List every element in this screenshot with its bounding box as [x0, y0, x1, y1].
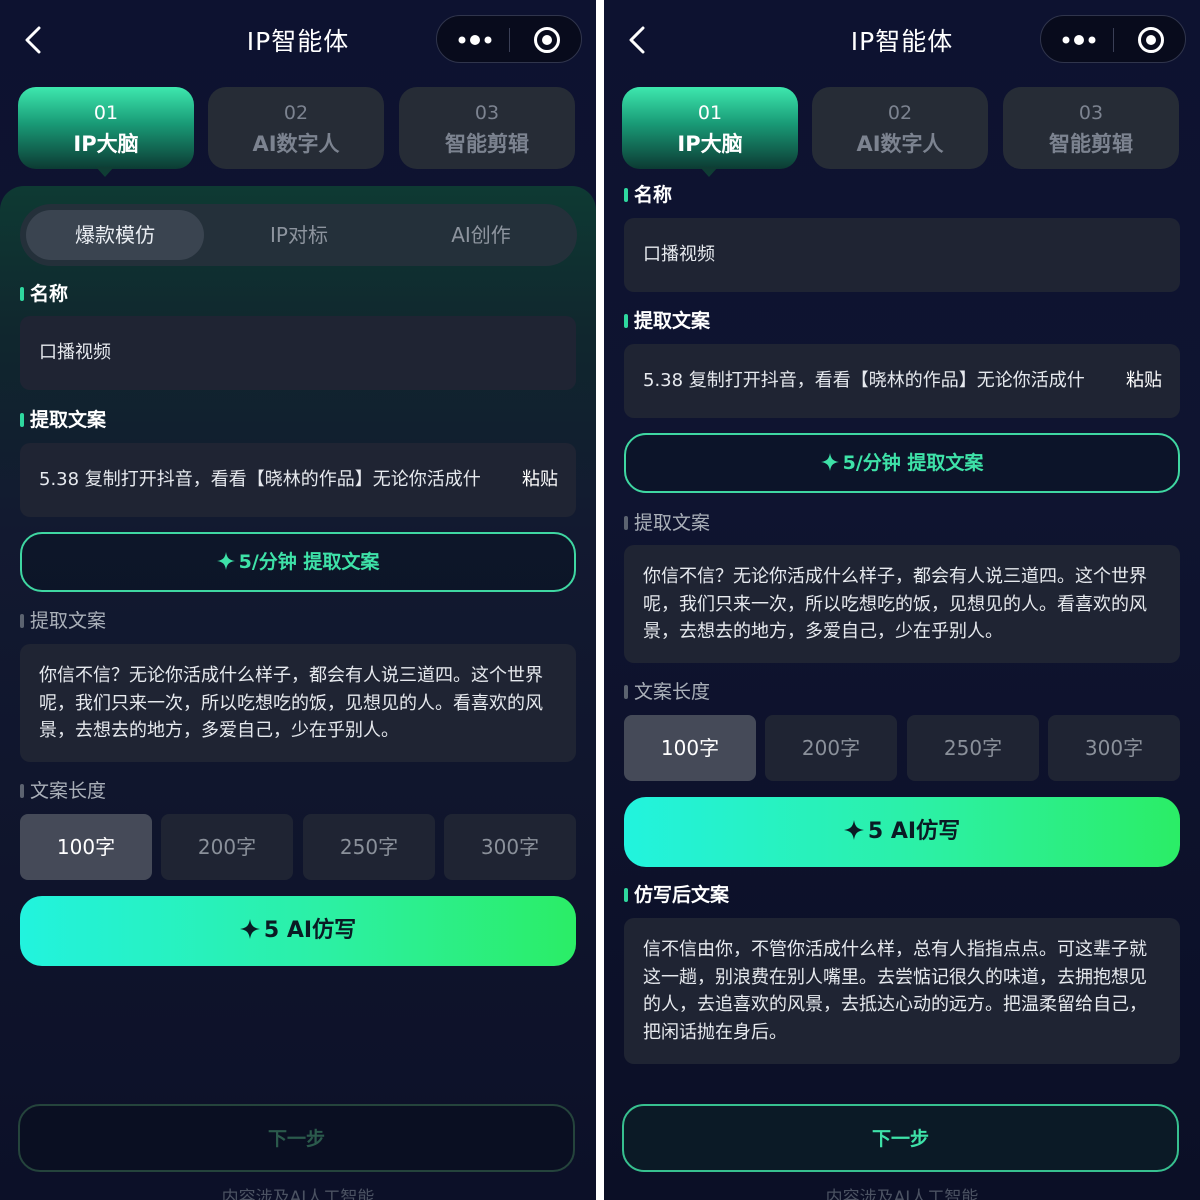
step-number: 01 [93, 102, 119, 124]
step-label: AI数字人 [856, 132, 944, 156]
length-option-300[interactable]: 300字 [444, 814, 576, 880]
extract-button-label: /分钟 提取文案 [251, 551, 380, 573]
step-number: 02 [283, 102, 309, 124]
step-number: 01 [697, 102, 723, 124]
step-tab-smart-editing[interactable]: 03 智能剪辑 [1003, 87, 1179, 169]
extract-label: 提取文案 [20, 406, 106, 434]
step-label: IP大脑 [73, 132, 139, 156]
rewrite-button-label: AI仿写 [890, 819, 961, 844]
extract-copy-button[interactable]: 5/分钟 提取文案 [20, 532, 576, 592]
active-step-pointer [96, 167, 114, 177]
step-number: 03 [1078, 102, 1104, 124]
step-tab-smart-editing[interactable]: 03 智能剪辑 [399, 87, 575, 169]
paste-button[interactable]: 粘贴 [1126, 344, 1162, 418]
length-label: 文案长度 [624, 678, 710, 706]
share-link-text: 5.38 复制打开抖音，看看【晓林的作品】无论你活成什 [643, 370, 1085, 391]
rewrite-cost: 5 [263, 918, 280, 943]
share-link-text: 5.38 复制打开抖音，看看【晓林的作品】无论你活成什 [39, 469, 481, 490]
name-field[interactable]: 口播视频 [20, 316, 576, 390]
length-label: 文案长度 [20, 777, 106, 805]
screen-before-rewrite: IP智能体 01 IP大脑 02 AI数字人 03 智能剪辑 爆款模仿 IP对标… [0, 0, 596, 1200]
tab-viral-imitation[interactable]: 爆款模仿 [26, 210, 204, 260]
share-link-input[interactable]: 5.38 复制打开抖音，看看【晓林的作品】无论你活成什 粘贴 [20, 443, 576, 517]
mini-program-capsule [436, 15, 582, 63]
rewrite-cost: 5 [867, 819, 884, 844]
sparkle-icon [239, 919, 260, 939]
step-number: 03 [474, 102, 500, 124]
sparkle-icon [843, 820, 864, 840]
length-option-200[interactable]: 200字 [161, 814, 293, 880]
extracted-text-label: 提取文案 [624, 509, 710, 537]
extract-cost: 5 [842, 452, 856, 474]
step-number: 02 [887, 102, 913, 124]
length-option-250[interactable]: 250字 [303, 814, 435, 880]
more-dots-icon[interactable] [457, 31, 493, 49]
name-label: 名称 [20, 280, 68, 308]
target-circle-icon[interactable] [1137, 26, 1165, 54]
rewritten-text-label: 仿写后文案 [624, 881, 729, 909]
extracted-text-area[interactable]: 你信不信？无论你活成什么样子，都会有人说三道四。这个世界呢，我们只来一次，所以吃… [624, 545, 1180, 663]
extracted-text-label: 提取文案 [20, 607, 106, 635]
rewritten-text-area[interactable]: 信不信由你，不管你活成什么样，总有人指指点点。可这辈子就这一趟，别浪费在别人嘴里… [624, 918, 1180, 1064]
extract-copy-button[interactable]: 5/分钟 提取文案 [624, 433, 1180, 493]
capsule-divider [509, 28, 510, 52]
step-tab-ai-avatar[interactable]: 02 AI数字人 [208, 87, 384, 169]
step-label: 智能剪辑 [445, 132, 529, 156]
step-label: 智能剪辑 [1049, 132, 1133, 156]
ai-rewrite-button[interactable]: 5 AI仿写 [624, 797, 1180, 867]
sparkle-icon [820, 453, 839, 471]
mode-tab-bar: 爆款模仿 IP对标 AI创作 [20, 204, 577, 266]
step-tab-ai-avatar[interactable]: 02 AI数字人 [812, 87, 988, 169]
extract-cost: 5 [238, 551, 252, 573]
length-options: 100字 200字 250字 300字 [624, 715, 1180, 781]
step-tab-ip-brain[interactable]: 01 IP大脑 [18, 87, 194, 169]
screen-after-rewrite: IP智能体 01 IP大脑 02 AI数字人 03 智能剪辑 名称 口播视频 提… [604, 0, 1200, 1200]
step-label: IP大脑 [677, 132, 743, 156]
step-label: AI数字人 [252, 132, 340, 156]
name-field[interactable]: 口播视频 [624, 218, 1180, 292]
length-option-100[interactable]: 100字 [20, 814, 152, 880]
length-option-300[interactable]: 300字 [1048, 715, 1180, 781]
share-link-input[interactable]: 5.38 复制打开抖音，看看【晓林的作品】无论你活成什 粘贴 [624, 344, 1180, 418]
extract-button-label: /分钟 提取文案 [855, 452, 984, 474]
rewrite-button-label: AI仿写 [286, 918, 357, 943]
ai-rewrite-button[interactable]: 5 AI仿写 [20, 896, 576, 966]
tab-ai-creation[interactable]: AI创作 [392, 210, 570, 260]
tab-ip-benchmark[interactable]: IP对标 [210, 210, 388, 260]
step-tab-ip-brain[interactable]: 01 IP大脑 [622, 87, 798, 169]
more-dots-icon[interactable] [1061, 31, 1097, 49]
length-option-200[interactable]: 200字 [765, 715, 897, 781]
length-options: 100字 200字 250字 300字 [20, 814, 576, 880]
ai-disclaimer: 内容涉及AI人工智能 [825, 1188, 979, 1200]
target-circle-icon[interactable] [533, 26, 561, 54]
next-step-button[interactable]: 下一步 [622, 1104, 1179, 1172]
length-option-250[interactable]: 250字 [907, 715, 1039, 781]
length-option-100[interactable]: 100字 [624, 715, 756, 781]
name-label: 名称 [624, 181, 672, 209]
extracted-text-area[interactable]: 你信不信？无论你活成什么样子，都会有人说三道四。这个世界呢，我们只来一次，所以吃… [20, 644, 576, 762]
next-step-button[interactable]: 下一步 [18, 1104, 575, 1172]
capsule-divider [1113, 28, 1114, 52]
sparkle-icon [216, 552, 235, 570]
paste-button[interactable]: 粘贴 [522, 443, 558, 517]
mini-program-capsule [1040, 15, 1186, 63]
active-step-pointer [700, 167, 718, 177]
extract-label: 提取文案 [624, 307, 710, 335]
ai-disclaimer: 内容涉及AI人工智能 [221, 1188, 375, 1200]
